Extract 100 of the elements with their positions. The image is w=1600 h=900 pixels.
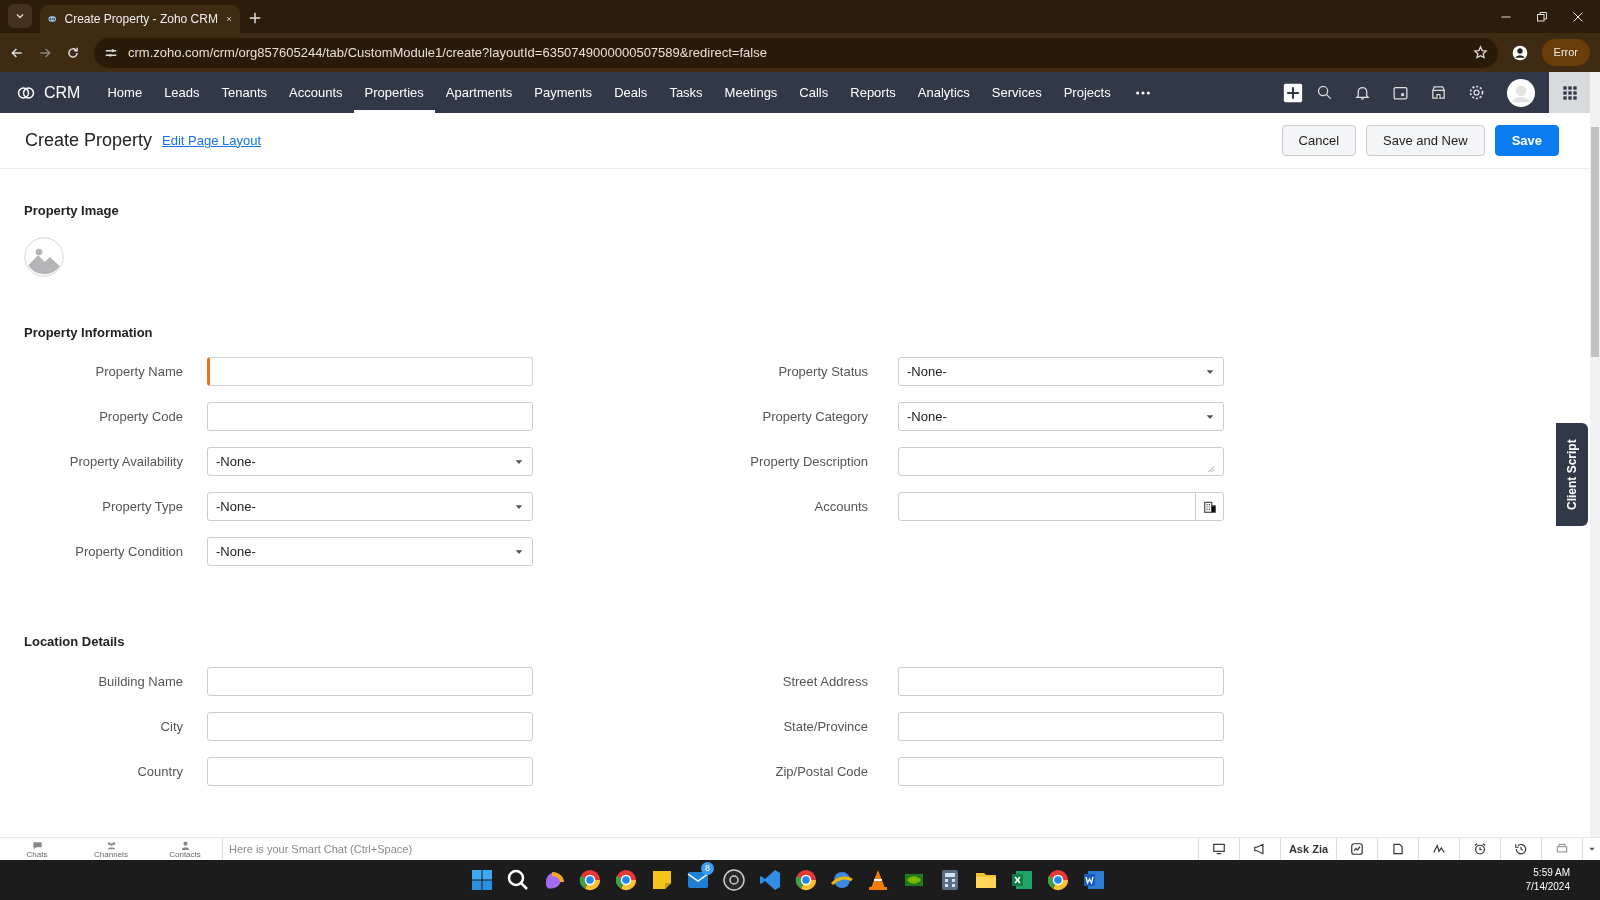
scrollbar-thumb[interactable]	[1591, 127, 1599, 357]
nav-tab[interactable]: Tasks	[658, 72, 714, 113]
add-icon[interactable]	[1283, 82, 1303, 103]
field-label: Street Address	[781, 672, 869, 691]
restore-icon[interactable]	[1536, 10, 1548, 23]
sticky-note-icon[interactable]	[650, 868, 674, 892]
bell-icon[interactable]	[1353, 84, 1371, 101]
star-icon[interactable]	[1472, 45, 1488, 60]
clock-time: 5:59 AM	[1532, 866, 1570, 880]
search-icon[interactable]	[1315, 84, 1333, 101]
input-field[interactable]	[898, 756, 1224, 786]
nav-tab[interactable]: Tenants	[210, 72, 279, 113]
circle-app-icon[interactable]	[794, 868, 818, 892]
field-label: Property Code	[98, 407, 184, 426]
tab-title: Create Property - Zoho CRM	[64, 11, 218, 28]
input-field[interactable]	[207, 402, 533, 432]
nav-tab[interactable]: Apartments	[434, 72, 524, 113]
reload-icon[interactable]	[66, 45, 80, 60]
note-icon[interactable]	[1391, 842, 1405, 856]
chat-nav-item[interactable]: Channels	[74, 838, 148, 860]
chat-nav-item[interactable]: Contacts	[148, 838, 222, 860]
input-field[interactable]	[207, 666, 533, 696]
field-label: State/Province	[782, 717, 869, 736]
store-icon[interactable]	[1429, 84, 1447, 101]
field-label: Property Type	[101, 497, 184, 516]
circle-app-icon[interactable]	[1046, 868, 1070, 892]
document-app-icon[interactable]	[1082, 868, 1106, 892]
field-label: Property Condition	[74, 542, 184, 561]
input-field[interactable]	[207, 357, 533, 387]
secondary-button[interactable]: Cancel	[1281, 124, 1357, 157]
dropdown-field[interactable]: -None-	[207, 492, 533, 522]
spreadsheet-icon[interactable]	[1010, 868, 1034, 892]
nav-tab[interactable]: Accounts	[278, 72, 354, 113]
chat-bubble-icon	[31, 839, 43, 851]
circle-app-icon[interactable]	[578, 868, 602, 892]
close-icon[interactable]	[1572, 10, 1584, 23]
field-label: City	[159, 717, 184, 736]
nav-tab[interactable]: Meetings	[713, 72, 789, 113]
search-icon[interactable]	[506, 868, 530, 892]
secondary-button[interactable]: Save and New	[1366, 124, 1485, 157]
dropdown-field[interactable]: -None-	[207, 447, 533, 477]
field-label: Zip/Postal Code	[774, 762, 869, 781]
nav-tab[interactable]: Leads	[153, 72, 211, 113]
person-icon	[179, 839, 191, 851]
clock-date: 7/14/2024	[1525, 880, 1570, 894]
nav-tab[interactable]: Projects	[1052, 72, 1122, 113]
settings-icon[interactable]	[1467, 84, 1485, 101]
chart-icon[interactable]	[1350, 842, 1364, 856]
caret-icon[interactable]	[1587, 845, 1596, 853]
history-icon[interactable]	[1514, 842, 1528, 856]
chat-nav-item[interactable]: Chats	[0, 838, 74, 860]
tab-search-button[interactable]	[8, 4, 32, 28]
error-button[interactable]: Error	[1541, 39, 1590, 66]
new-tab-icon[interactable]	[248, 11, 262, 25]
brand-name: CRM	[44, 82, 81, 103]
input-field[interactable]	[898, 666, 1224, 696]
input-field[interactable]	[898, 711, 1224, 741]
nav-tab[interactable]: Calls	[788, 72, 840, 113]
nav-tab[interactable]: Payments	[523, 72, 604, 113]
circle-app-icon[interactable]	[614, 868, 638, 892]
textarea-field[interactable]	[898, 447, 1224, 477]
nav-tab[interactable]: Deals	[603, 72, 659, 113]
alarm-clock-icon[interactable]	[1473, 842, 1487, 856]
cone-icon[interactable]	[866, 868, 890, 892]
printer-icon[interactable]	[1555, 842, 1569, 856]
edit-layout-link[interactable]: Edit Page Layout	[162, 130, 262, 151]
start-icon[interactable]	[470, 868, 494, 892]
aperture-icon[interactable]	[722, 868, 746, 892]
field-label: Country	[136, 762, 184, 781]
dropdown-field[interactable]: -None-	[898, 402, 1224, 432]
page-title: Create Property	[25, 129, 153, 152]
field-label: Property Category	[761, 407, 869, 426]
close-icon[interactable]	[225, 14, 232, 24]
field-label: Property Name	[94, 362, 184, 381]
field-label: Property Availability	[68, 452, 184, 471]
client-script-tab[interactable]: Client Script	[1556, 423, 1588, 526]
input-field[interactable]	[207, 756, 533, 786]
section-heading: Location Details	[24, 634, 126, 650]
monitor-icon[interactable]	[1212, 842, 1226, 856]
code-editor-icon[interactable]	[758, 868, 782, 892]
nav-tab[interactable]: Services	[980, 72, 1053, 113]
field-label: Building Name	[97, 672, 184, 691]
browser-tab[interactable]: Create Property - Zoho CRM	[40, 5, 240, 33]
input-field[interactable]	[207, 711, 533, 741]
section-heading: Property Information	[24, 324, 154, 341]
nav-tab[interactable]: Analytics	[906, 72, 981, 113]
building-icon[interactable]	[1202, 499, 1217, 514]
handwriting-icon[interactable]	[1432, 842, 1446, 856]
dropdown-field[interactable]: -None-	[207, 537, 533, 567]
save-button[interactable]: Save	[1494, 124, 1559, 157]
calendar-icon[interactable]	[1391, 84, 1409, 101]
apps-button[interactable]	[1549, 72, 1590, 113]
megaphone-icon[interactable]	[1253, 842, 1267, 856]
lookup-field[interactable]	[898, 492, 1224, 522]
nav-tab[interactable]: Reports	[839, 72, 907, 113]
avatar-icon[interactable]	[1507, 78, 1535, 107]
nav-tab[interactable]: Home	[96, 72, 154, 113]
dropdown-field[interactable]: -None-	[898, 357, 1224, 387]
profile-icon[interactable]	[1511, 44, 1528, 61]
resize-grip-icon	[1205, 463, 1215, 474]
